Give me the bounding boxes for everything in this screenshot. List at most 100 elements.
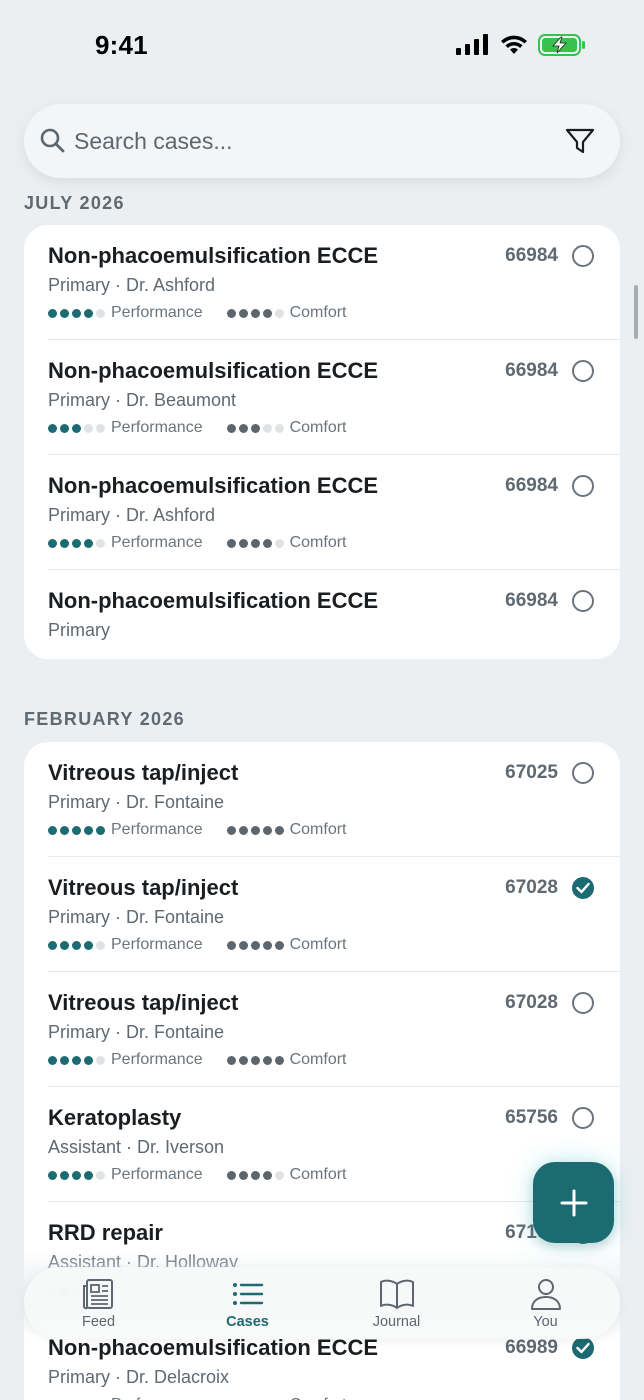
performance-rating-dots <box>48 538 105 548</box>
case-title: Non-phacoemulsification ECCE <box>48 588 379 613</box>
case-ratings: Performance Comfort <box>48 1396 371 1400</box>
rating-dot <box>262 940 272 950</box>
performance-rating-dots <box>48 940 105 950</box>
rating-dot <box>48 538 57 548</box>
rating-dot <box>238 423 248 433</box>
case-code: 67028 <box>505 877 558 898</box>
comfort-rating: Comfort <box>226 304 347 322</box>
rating-dot <box>96 308 105 318</box>
tab-label: Cases <box>226 1314 269 1330</box>
plus-icon <box>560 1189 587 1216</box>
tab-cases[interactable]: Cases <box>173 1267 322 1339</box>
case-title: Non-phacoemulsification ECCE <box>48 473 379 498</box>
case-code: 67025 <box>505 762 558 783</box>
status-icons <box>456 34 586 56</box>
checked-circle-icon[interactable] <box>572 1337 594 1359</box>
rating-dot <box>226 825 236 835</box>
rating-dot <box>48 1055 57 1065</box>
case-row[interactable]: Non-phacoemulsification ECCE Primary · Dr… <box>48 225 620 340</box>
performance-label: Performance <box>111 1051 203 1068</box>
case-subtitle: Assistant · Dr. Iverson <box>48 1137 225 1157</box>
tab-journal[interactable]: Journal <box>322 1267 471 1339</box>
tab-you[interactable]: You <box>471 1267 620 1339</box>
performance-label: Performance <box>111 821 203 838</box>
rating-dot <box>250 1170 260 1180</box>
rating-dot <box>48 825 57 835</box>
case-ratings: Performance Comfort <box>48 936 371 954</box>
search-bar[interactable] <box>24 104 620 178</box>
rating-dot <box>72 538 81 548</box>
unchecked-circle-icon[interactable] <box>572 360 594 382</box>
rating-dot <box>274 1170 284 1180</box>
rating-dot <box>274 538 284 548</box>
comfort-rating: Comfort <box>226 821 347 839</box>
rating-dot <box>84 825 93 835</box>
scroll-indicator[interactable] <box>634 285 638 339</box>
performance-rating: Performance <box>48 534 203 552</box>
case-row[interactable]: Vitreous tap/inject Primary · Dr. Fontain… <box>48 857 620 972</box>
performance-label: Performance <box>111 304 203 321</box>
comfort-rating: Comfort <box>226 936 347 954</box>
rating-dot <box>250 1055 260 1065</box>
cases-card-july-2026: Non-phacoemulsification ECCE Primary · Dr… <box>24 225 620 659</box>
rating-dot <box>262 825 272 835</box>
comfort-label: Comfort <box>289 936 347 953</box>
rating-dot <box>60 538 69 548</box>
comfort-rating: Comfort <box>226 1051 347 1069</box>
case-row[interactable]: Vitreous tap/inject Primary · Dr. Fontain… <box>48 972 620 1087</box>
person-icon <box>530 1279 561 1310</box>
comfort-rating: Comfort <box>226 1166 347 1184</box>
rating-dot <box>226 940 236 950</box>
performance-rating-dots <box>48 308 105 318</box>
rating-dot <box>238 1055 248 1065</box>
rating-dot <box>250 940 260 950</box>
case-row[interactable]: Vitreous tap/inject Primary · Dr. Fontain… <box>48 742 620 857</box>
comfort-rating-dots <box>226 825 284 835</box>
rating-dot <box>250 423 260 433</box>
rating-dot <box>84 1170 93 1180</box>
add-case-button[interactable] <box>533 1162 614 1243</box>
comfort-label: Comfort <box>289 1166 347 1183</box>
unchecked-circle-icon[interactable] <box>572 245 594 267</box>
rating-dot <box>96 538 105 548</box>
rating-dot <box>226 423 236 433</box>
performance-rating: Performance <box>48 304 203 322</box>
comfort-rating: Comfort <box>227 1396 347 1400</box>
rating-dot <box>250 825 260 835</box>
unchecked-circle-icon[interactable] <box>572 590 594 612</box>
checked-circle-icon[interactable] <box>572 877 594 899</box>
case-subtitle: Primary · Dr. Delacroix <box>48 1367 230 1387</box>
list-icon <box>232 1283 263 1305</box>
search-input[interactable] <box>74 127 564 155</box>
tab-label: Feed <box>81 1314 116 1330</box>
tab-feed[interactable]: Feed <box>24 1267 173 1339</box>
battery-charging-icon <box>538 34 585 56</box>
rating-dot <box>72 1055 81 1065</box>
case-row[interactable]: Non-phacoemulsification ECCE Primary · Dr… <box>48 340 620 455</box>
comfort-rating-dots <box>226 308 284 318</box>
case-row[interactable]: Non-phacoemulsification ECCE Primary 66984 <box>48 570 620 659</box>
rating-dot <box>96 1055 105 1065</box>
filter-icon[interactable] <box>564 125 596 157</box>
unchecked-circle-icon[interactable] <box>572 762 594 784</box>
search-icon <box>40 128 65 153</box>
status-bar: 9:41 <box>0 0 644 94</box>
comfort-label: Comfort <box>289 419 347 436</box>
rating-dot <box>250 538 260 548</box>
rating-dot <box>250 308 260 318</box>
performance-rating-dots <box>48 423 105 433</box>
comfort-label: Comfort <box>289 304 347 321</box>
case-subtitle: Primary · Dr. Ashford <box>48 275 216 295</box>
unchecked-circle-icon[interactable] <box>572 475 594 497</box>
status-time: 9:41 <box>95 30 148 60</box>
case-row[interactable]: Non-phacoemulsification ECCE Primary · Dr… <box>48 455 620 570</box>
case-subtitle: Primary · Dr. Fontaine <box>48 907 225 927</box>
rating-dot <box>238 825 248 835</box>
comfort-rating: Comfort <box>226 534 347 552</box>
case-ratings: Performance Comfort <box>48 304 371 322</box>
rating-dot <box>238 1170 248 1180</box>
unchecked-circle-icon[interactable] <box>572 1107 594 1129</box>
unchecked-circle-icon[interactable] <box>572 992 594 1014</box>
case-code: 66984 <box>505 590 558 611</box>
rating-dot <box>262 538 272 548</box>
